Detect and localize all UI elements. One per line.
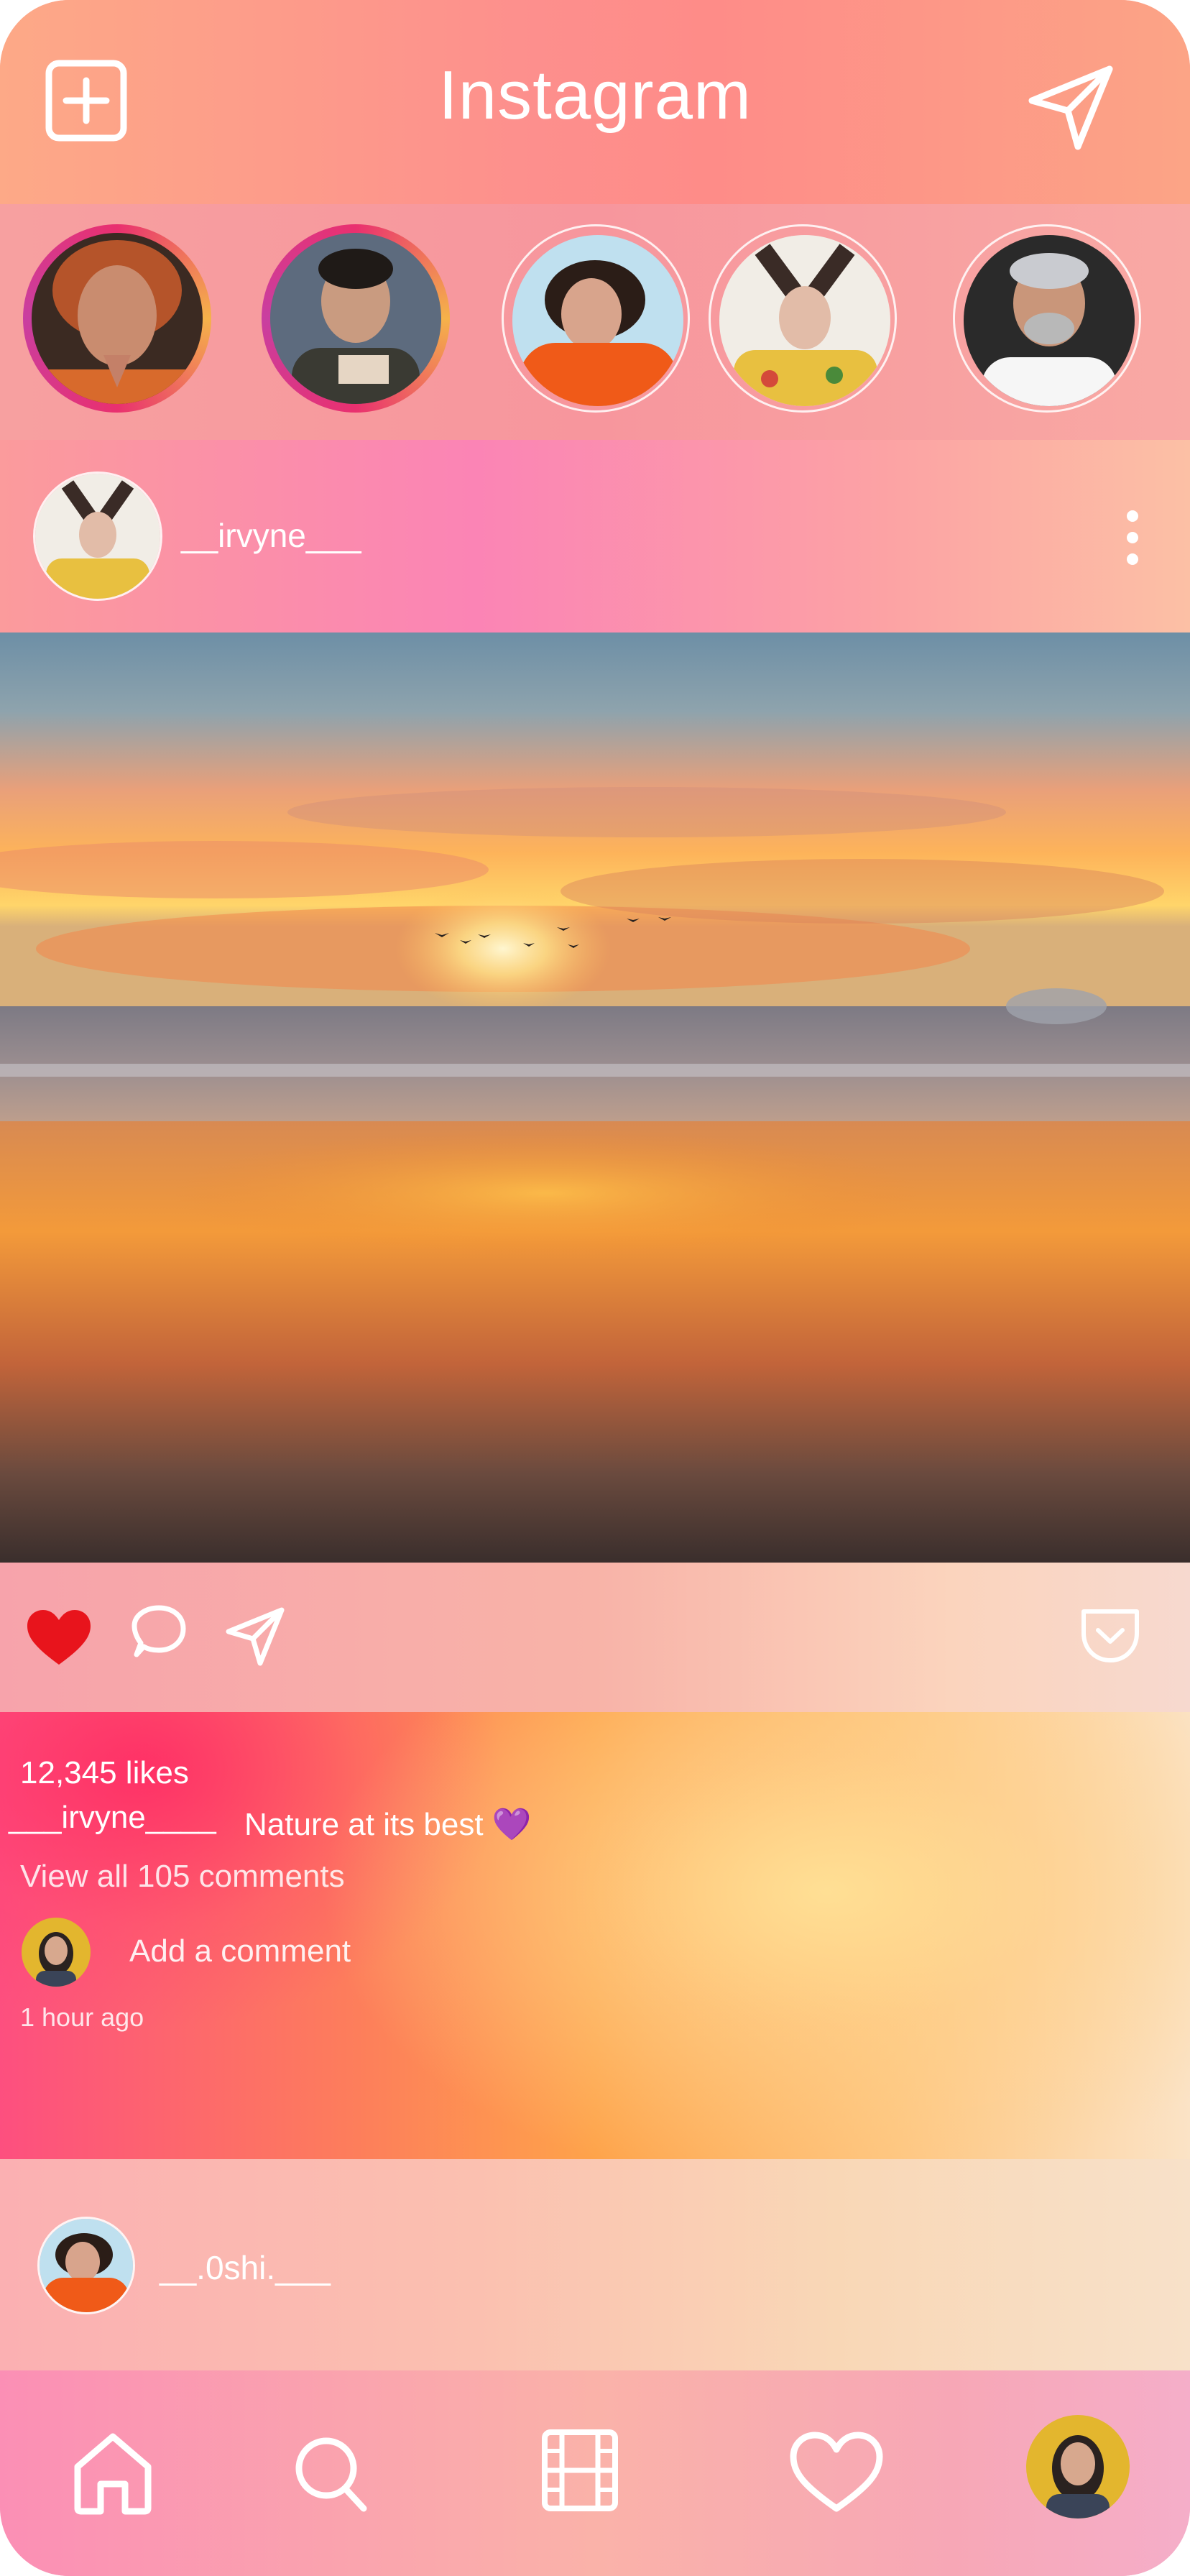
likes-count[interactable]: 12,345 likes (20, 1755, 189, 1791)
reels-film-icon (542, 2429, 618, 2511)
comment-bubble-icon (132, 1605, 186, 1657)
top-bar: Instagram (0, 0, 1190, 204)
post-author-avatar[interactable] (33, 472, 162, 601)
post-author-username[interactable]: __irvyne___ (181, 516, 361, 555)
story-avatar (964, 235, 1135, 406)
direct-messages-button[interactable] (1026, 63, 1115, 152)
heart-icon (790, 2432, 883, 2512)
add-comment-input[interactable]: Add a comment (129, 1933, 351, 1969)
next-post-username[interactable]: __.0shi.___ (160, 2248, 331, 2287)
caption-text: Nature at its best 💜 (244, 1807, 532, 1842)
story-avatar (512, 235, 683, 406)
bottom-nav (0, 2370, 1190, 2576)
app-screen: Instagram __irvyne___ 12,345 likes ___ir… (0, 0, 1190, 2576)
heart-filled-icon (27, 1610, 91, 1665)
home-icon (74, 2433, 152, 2515)
view-comments-link[interactable]: View all 105 comments (20, 1859, 345, 1895)
post-more-button[interactable] (1118, 509, 1147, 566)
like-button[interactable] (26, 1609, 92, 1668)
post-image[interactable] (0, 632, 1190, 1563)
share-button[interactable] (224, 1606, 286, 1668)
nav-profile-avatar[interactable] (1026, 2415, 1130, 2518)
app-title: Instagram (438, 57, 752, 134)
comment-button[interactable] (128, 1604, 190, 1666)
nav-search[interactable] (293, 2435, 368, 2513)
post-actions (0, 1563, 1190, 1712)
sunset-beach-photo (0, 632, 1190, 1563)
post-header: __irvyne___ (0, 440, 1190, 632)
story-5[interactable] (953, 224, 1141, 413)
story-avatar (32, 233, 203, 404)
stories-bar (0, 204, 1190, 440)
caption-username[interactable]: ___irvyne____ (9, 1800, 216, 1836)
nav-home[interactable] (72, 2431, 154, 2516)
paper-plane-icon (226, 1607, 285, 1666)
more-vertical-icon (1127, 510, 1138, 565)
story-avatar (719, 235, 890, 406)
story-3[interactable] (502, 224, 690, 413)
save-button[interactable] (1078, 1604, 1143, 1666)
story-4[interactable] (709, 224, 897, 413)
save-pocket-icon (1081, 1609, 1139, 1662)
next-post-avatar[interactable] (37, 2217, 135, 2314)
post-details: 12,345 likes ___irvyne____ Nature at its… (0, 1712, 1190, 2159)
search-icon (295, 2437, 367, 2512)
comment-avatar (22, 1918, 91, 1987)
story-avatar (270, 233, 441, 404)
story-1[interactable] (23, 224, 211, 413)
next-post-header: __.0shi.___ (0, 2159, 1190, 2370)
post-timestamp: 1 hour ago (20, 2002, 144, 2032)
nav-reels[interactable] (540, 2428, 619, 2513)
paper-plane-icon (1028, 65, 1113, 150)
nav-activity[interactable] (789, 2431, 884, 2516)
story-2[interactable] (262, 224, 450, 413)
